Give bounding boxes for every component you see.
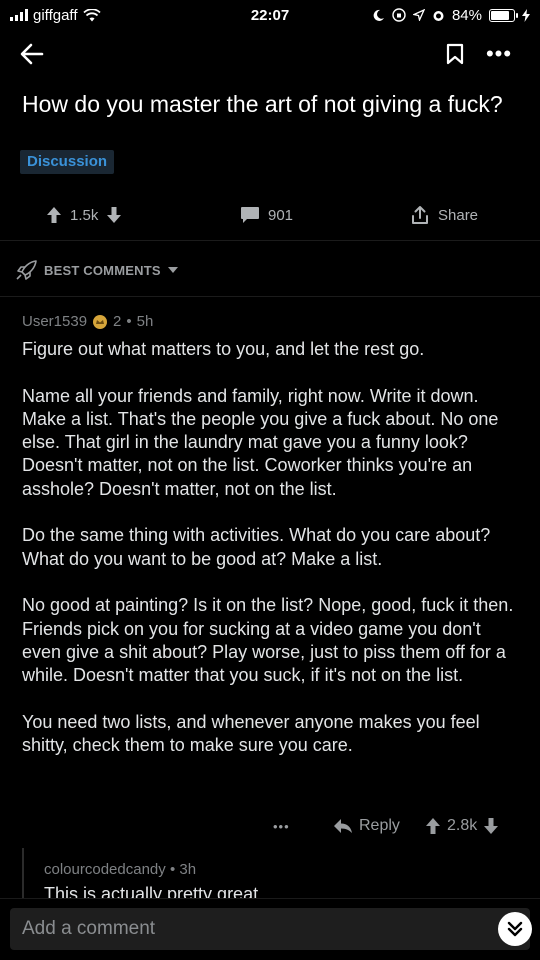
moon-icon — [373, 9, 384, 21]
comment-score: 2.8k — [447, 817, 478, 834]
status-right: 84% — [372, 7, 530, 24]
reply-author[interactable]: colourcodedcandy — [44, 861, 166, 878]
upvote-icon[interactable] — [46, 206, 62, 224]
bookmark-icon — [446, 43, 464, 65]
rocket-icon — [16, 260, 37, 280]
add-comment-input[interactable]: Add a comment — [10, 908, 532, 950]
reply-age: 3h — [179, 861, 197, 878]
post-flair[interactable]: Discussion — [20, 150, 115, 174]
divider — [0, 240, 540, 241]
status-bar: giffgaff 22:07 84% — [0, 0, 540, 30]
comment-author[interactable]: User1539 — [22, 313, 87, 330]
reply-label: Reply — [359, 817, 400, 834]
battery-percent: 84% — [451, 6, 482, 24]
back-button[interactable] — [16, 38, 48, 70]
carrier-name: giffgaff — [33, 6, 78, 24]
downvote-icon[interactable] — [483, 817, 499, 835]
alarm-icon — [433, 10, 444, 21]
orientation-lock-icon — [392, 8, 406, 22]
reply-meta: colourcodedcandy • 3h — [44, 861, 196, 878]
comment-paragraph: You need two lists, and whenever anyone … — [22, 711, 480, 756]
charging-icon — [522, 8, 530, 22]
comment-paragraph: Figure out what matters to you, and let … — [22, 339, 425, 359]
comment-more-label: ••• — [273, 818, 290, 834]
more-button[interactable]: ••• — [482, 38, 516, 70]
post-title: How do you master the art of not giving … — [22, 91, 503, 117]
location-icon — [412, 9, 425, 21]
add-comment-placeholder: Add a comment — [22, 918, 156, 939]
comment-paragraph: No good at painting? Is it on the list? … — [22, 595, 514, 686]
comment-vote-group: 2.8k — [425, 812, 499, 840]
comment-age: 5h — [136, 313, 154, 330]
arrow-left-icon — [20, 43, 44, 65]
share-button[interactable]: Share — [410, 200, 478, 230]
comment-bubble-icon — [241, 207, 259, 223]
reply-button[interactable]: Reply — [333, 812, 400, 840]
comments-button[interactable]: 901 — [240, 200, 293, 230]
share-icon — [412, 206, 428, 224]
reply-text: This is actually pretty great — [44, 884, 259, 898]
award-icon — [93, 314, 108, 329]
status-left: giffgaff — [10, 7, 101, 24]
post-actions: 1.5k 901 Share — [0, 200, 540, 230]
upvote-icon[interactable] — [425, 817, 441, 835]
battery-icon — [489, 8, 518, 22]
sort-label: BEST COMMENTS — [44, 262, 161, 278]
comment-body: Figure out what matters to you, and let … — [22, 338, 524, 781]
wifi-icon — [82, 8, 101, 21]
double-chevron-down-icon — [507, 921, 523, 937]
meta-separator: • — [169, 861, 176, 878]
meta-separator: • — [126, 313, 132, 330]
bookmark-button[interactable] — [440, 38, 470, 70]
comment-paragraph: Do the same thing with activities. What … — [22, 525, 491, 569]
reply-icon — [334, 819, 352, 833]
comment-count: 901 — [268, 206, 294, 224]
post-score: 1.5k — [70, 206, 99, 224]
downvote-icon[interactable] — [106, 206, 122, 224]
caret-down-icon — [167, 267, 178, 273]
comment-more-button[interactable]: ••• — [273, 812, 290, 840]
more-label: ••• — [485, 41, 513, 66]
sort-selector[interactable]: BEST COMMENTS — [16, 258, 179, 282]
award-count: 2 — [113, 313, 122, 330]
signal-icon — [10, 9, 28, 21]
comment-meta: User1539 2 • 5h — [22, 313, 153, 330]
comment-actions: ••• Reply 2.8k — [0, 812, 540, 840]
divider — [0, 296, 540, 297]
vote-group: 1.5k — [46, 200, 122, 230]
comment-composer: Add a comment — [0, 898, 540, 960]
comment-paragraph: Name all your friends and family, right … — [22, 385, 499, 499]
share-label: Share — [438, 206, 479, 224]
reply-thread[interactable]: colourcodedcandy • 3h This is actually p… — [22, 848, 540, 898]
top-nav: ••• — [0, 32, 540, 76]
jump-to-next-button[interactable] — [498, 912, 532, 946]
